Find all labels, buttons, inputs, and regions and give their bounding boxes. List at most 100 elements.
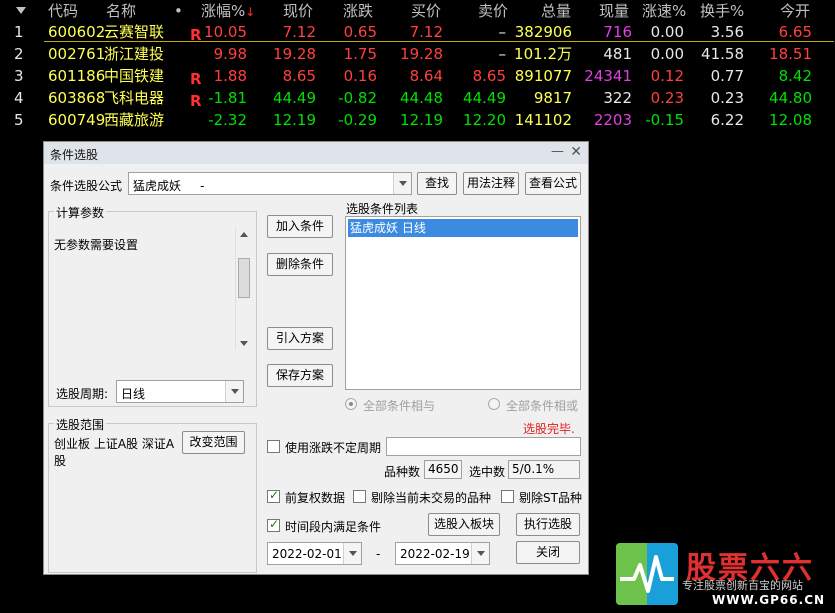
exclude-notrade-checkbox[interactable] — [353, 490, 366, 503]
range-group-title: 选股范围 — [54, 416, 107, 433]
selected-value: 5/0.1% — [508, 460, 580, 479]
row-ask: 12.20 — [463, 111, 506, 129]
close-icon[interactable]: ✕ — [570, 144, 582, 160]
row-bid: 12.19 — [400, 111, 443, 129]
radio-and[interactable] — [345, 398, 357, 410]
time-condition-label: 时间段内满足条件 — [285, 520, 382, 534]
table-row[interactable]: 5 600749 西藏旅游 -2.32 12.19 -0.29 12.19 12… — [0, 109, 835, 131]
chevron-down-icon[interactable] — [471, 543, 489, 564]
prev-adjust-checkbox[interactable] — [267, 488, 280, 503]
row-index: 1 — [14, 23, 24, 41]
view-formula-button[interactable]: 查看公式 — [525, 172, 581, 195]
delete-condition-button[interactable]: 删除条件 — [267, 253, 333, 276]
header-bid[interactable]: 买价 — [411, 0, 441, 22]
row-price: 8.65 — [282, 67, 316, 85]
row-ask: 44.49 — [463, 89, 506, 107]
row-change: 0.65 — [343, 23, 377, 41]
chevron-down-icon[interactable] — [343, 543, 361, 564]
period-label: 选股周期: — [56, 387, 109, 401]
row-volume: 891077 — [514, 67, 572, 85]
date-from-picker[interactable]: 2022-02-01 — [267, 542, 362, 565]
prev-adjust-label: 前复权数据 — [285, 491, 346, 505]
table-row[interactable]: 2 002761 浙江建投 9.98 19.28 1.75 19.28 – 10… — [0, 43, 835, 65]
row-turnover: 3.56 — [710, 23, 744, 41]
header-last-vol[interactable]: 现量 — [599, 0, 629, 22]
date-to-picker[interactable]: 2022-02-19 — [395, 542, 490, 565]
dialog-title: 条件选股 — [50, 148, 99, 162]
count-label: 品种数 — [384, 465, 421, 479]
header-turnover[interactable]: 换手% — [700, 0, 744, 22]
header-chg-pct[interactable]: 涨幅%↓ — [201, 0, 255, 22]
row-change: -0.82 — [338, 89, 377, 107]
close-button[interactable]: 关闭 — [516, 541, 580, 564]
header-open[interactable]: 今开 — [780, 0, 810, 22]
row-speed: 0.00 — [650, 45, 684, 63]
header-price[interactable]: 现价 — [283, 0, 313, 22]
row-open: 8.42 — [778, 67, 812, 85]
status-text: 选股完毕. — [523, 422, 575, 436]
scroll-down-icon[interactable] — [240, 341, 248, 346]
row-index: 4 — [14, 89, 24, 107]
row-change: -0.29 — [338, 111, 377, 129]
scroll-thumb[interactable] — [238, 258, 250, 298]
header-ask[interactable]: 卖价 — [478, 0, 508, 22]
row-volume: 382906 — [514, 23, 572, 41]
row-index: 5 — [14, 111, 24, 129]
row-volume: 141102 — [514, 111, 572, 129]
row-speed: 0.23 — [650, 89, 684, 107]
formula-select[interactable]: 猛虎成妖 - — [128, 172, 412, 195]
condition-list[interactable]: 猛虎成妖 日线 — [345, 216, 581, 390]
period-select[interactable]: 日线 — [116, 380, 244, 403]
row-name: 飞科电器 — [104, 89, 165, 107]
row-index: 2 — [14, 45, 24, 63]
row-name: 云赛智联 — [104, 23, 165, 41]
save-scheme-button[interactable]: 保存方案 — [267, 364, 333, 387]
row-price: 7.12 — [282, 23, 316, 41]
header-volume[interactable]: 总量 — [541, 0, 571, 22]
change-range-button[interactable]: 改变范围 — [182, 431, 245, 454]
header-speed[interactable]: 涨速% — [642, 0, 686, 22]
table-row[interactable]: 1 600602 云赛智联 R 10.05 7.12 0.65 7.12 – 3… — [0, 21, 835, 44]
usage-notes-button[interactable]: 用法注释 — [463, 172, 519, 195]
row-ask: 8.65 — [472, 67, 506, 85]
header-name[interactable]: 名称 — [106, 0, 136, 22]
row-bid: 44.48 — [400, 89, 443, 107]
period-range-field[interactable] — [386, 437, 581, 456]
exclude-st-checkbox[interactable] — [501, 490, 514, 503]
row-turnover: 0.23 — [710, 89, 744, 107]
scroll-up-icon[interactable] — [240, 232, 248, 237]
row-volume: 101.2万 — [514, 45, 572, 63]
row-last-vol: 322 — [603, 89, 632, 107]
row-last-vol: 481 — [603, 45, 632, 63]
params-scrollbar[interactable] — [235, 228, 252, 350]
radio-or-label: 全部条件相或 — [506, 399, 579, 413]
row-index: 3 — [14, 67, 24, 85]
row-bid: 7.12 — [409, 23, 443, 41]
row-chg-pct: -2.32 — [208, 111, 247, 129]
row-speed: -0.15 — [645, 111, 684, 129]
add-to-block-button[interactable]: 选股入板块 — [428, 513, 500, 536]
header-code[interactable]: 代码 — [48, 0, 78, 22]
minimize-icon[interactable]: — — [551, 144, 564, 159]
row-open: 6.65 — [778, 23, 812, 41]
table-row[interactable]: 3 601186 中国铁建 R 1.88 8.65 0.16 8.64 8.65… — [0, 65, 835, 88]
run-selection-button[interactable]: 执行选股 — [516, 513, 580, 536]
table-row[interactable]: 4 603868 飞科电器 R -1.81 44.49 -0.82 44.48 … — [0, 87, 835, 110]
row-name: 浙江建投 — [104, 45, 165, 63]
find-button[interactable]: 查找 — [417, 172, 457, 195]
sort-dropdown-icon[interactable] — [16, 7, 26, 14]
use-period-checkbox[interactable] — [267, 440, 280, 453]
period-value: 日线 — [121, 387, 146, 401]
chevron-down-icon[interactable] — [225, 381, 243, 402]
dialog-titlebar[interactable]: 条件选股 — ✕ — [44, 142, 588, 164]
chevron-down-icon[interactable] — [393, 173, 411, 194]
header-change[interactable]: 涨跌 — [343, 0, 373, 22]
row-ask: – — [498, 23, 507, 41]
time-condition-checkbox[interactable] — [267, 517, 280, 532]
import-scheme-button[interactable]: 引入方案 — [267, 327, 333, 350]
add-condition-button[interactable]: 加入条件 — [267, 215, 333, 238]
row-chg-pct: 9.98 — [213, 45, 247, 63]
logo-url: WWW.GP66.CN — [712, 593, 826, 607]
list-item[interactable]: 猛虎成妖 日线 — [348, 219, 578, 237]
radio-or[interactable] — [488, 398, 500, 410]
